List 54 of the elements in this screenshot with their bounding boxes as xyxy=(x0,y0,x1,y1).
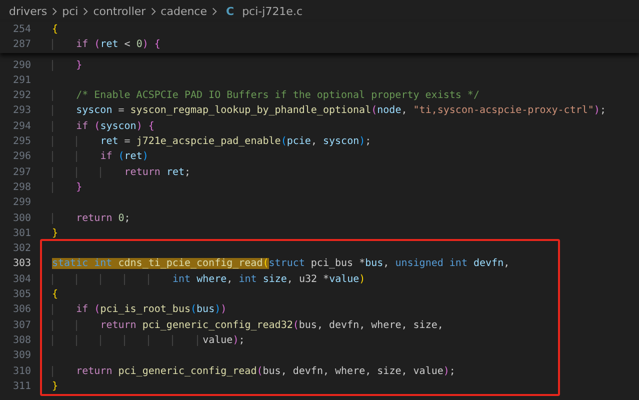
line-number: 304 xyxy=(12,272,31,287)
line-number: 287 xyxy=(12,38,31,52)
code-line: } xyxy=(52,58,82,73)
line-number: 294 xyxy=(12,120,31,134)
code-line: return pci_generic_config_read(bus, devfn, where, size, value); xyxy=(52,364,456,379)
line-number: 300 xyxy=(12,212,31,226)
code-line: { xyxy=(52,23,58,37)
line-number: 295 xyxy=(12,135,31,150)
line-number: 303 xyxy=(12,257,31,272)
line-number: 306 xyxy=(12,303,31,318)
code-line: if (pci_is_root_bus(bus)) xyxy=(52,302,227,318)
code-line: if (ret) xyxy=(52,149,148,165)
code-line: } xyxy=(52,380,58,394)
code-line: return pci_generic_config_read32(bus, devfn, where, size, xyxy=(52,318,444,333)
code-line: { xyxy=(52,288,58,302)
line-number: 291 xyxy=(12,74,31,88)
line-number: 298 xyxy=(12,180,31,195)
chevron-icon xyxy=(150,6,156,16)
breadcrumb-item[interactable]: pci xyxy=(62,4,78,18)
breadcrumb-item[interactable]: drivers xyxy=(9,4,48,18)
breadcrumb-item[interactable]: controller xyxy=(93,4,146,18)
code-line: value); xyxy=(52,332,245,348)
code-line: if (syscon) { xyxy=(52,118,154,134)
line-number: 299 xyxy=(12,196,31,210)
code-line: if (ret < 0) { xyxy=(52,37,160,53)
line-number: 254 xyxy=(12,23,31,37)
breadcrumb-item[interactable]: pci-j721e.c xyxy=(242,4,302,18)
code-line: static int cdns_ti_pcie_config_read(struct pci_bus *bus, unsigned int devfn, xyxy=(52,257,510,272)
line-number: 292 xyxy=(12,89,31,104)
line-number: 308 xyxy=(12,334,31,348)
line-number: 301 xyxy=(12,226,31,241)
code-line: int where, int size, u32 *value) xyxy=(52,272,366,288)
code-line: } xyxy=(52,180,82,196)
line-number: 307 xyxy=(12,318,31,333)
code-line: ret = j721e_acspcie_pad_enable(pcie, syscon); xyxy=(52,134,372,150)
file-type-icon: C xyxy=(226,4,234,18)
code-line: } xyxy=(52,226,58,241)
code-line: return 0; xyxy=(52,210,130,226)
breadcrumb-item[interactable]: cadence xyxy=(160,4,207,18)
line-number: 310 xyxy=(12,364,31,379)
line-number: 311 xyxy=(12,380,31,394)
line-number: 302 xyxy=(12,242,31,256)
code-line: return ret; xyxy=(52,164,191,180)
line-number: 309 xyxy=(12,349,31,364)
line-number: 293 xyxy=(12,104,31,118)
chevron-icon xyxy=(212,6,217,16)
line-number: 296 xyxy=(12,150,31,164)
code-line: /* Enable ACSPCIe PAD IO Buffers if the optional property exists */ xyxy=(52,88,480,104)
line-number: 290 xyxy=(12,58,31,73)
chevron-icon xyxy=(52,6,58,16)
code-line: syscon = syscon_regmap_lookup_by_phandle_optional(node, "ti,syscon-acspcie-proxy-ctrl"); xyxy=(52,103,606,119)
line-number: 305 xyxy=(12,288,31,302)
chevron-icon xyxy=(83,6,88,16)
line-number: 297 xyxy=(12,166,31,180)
